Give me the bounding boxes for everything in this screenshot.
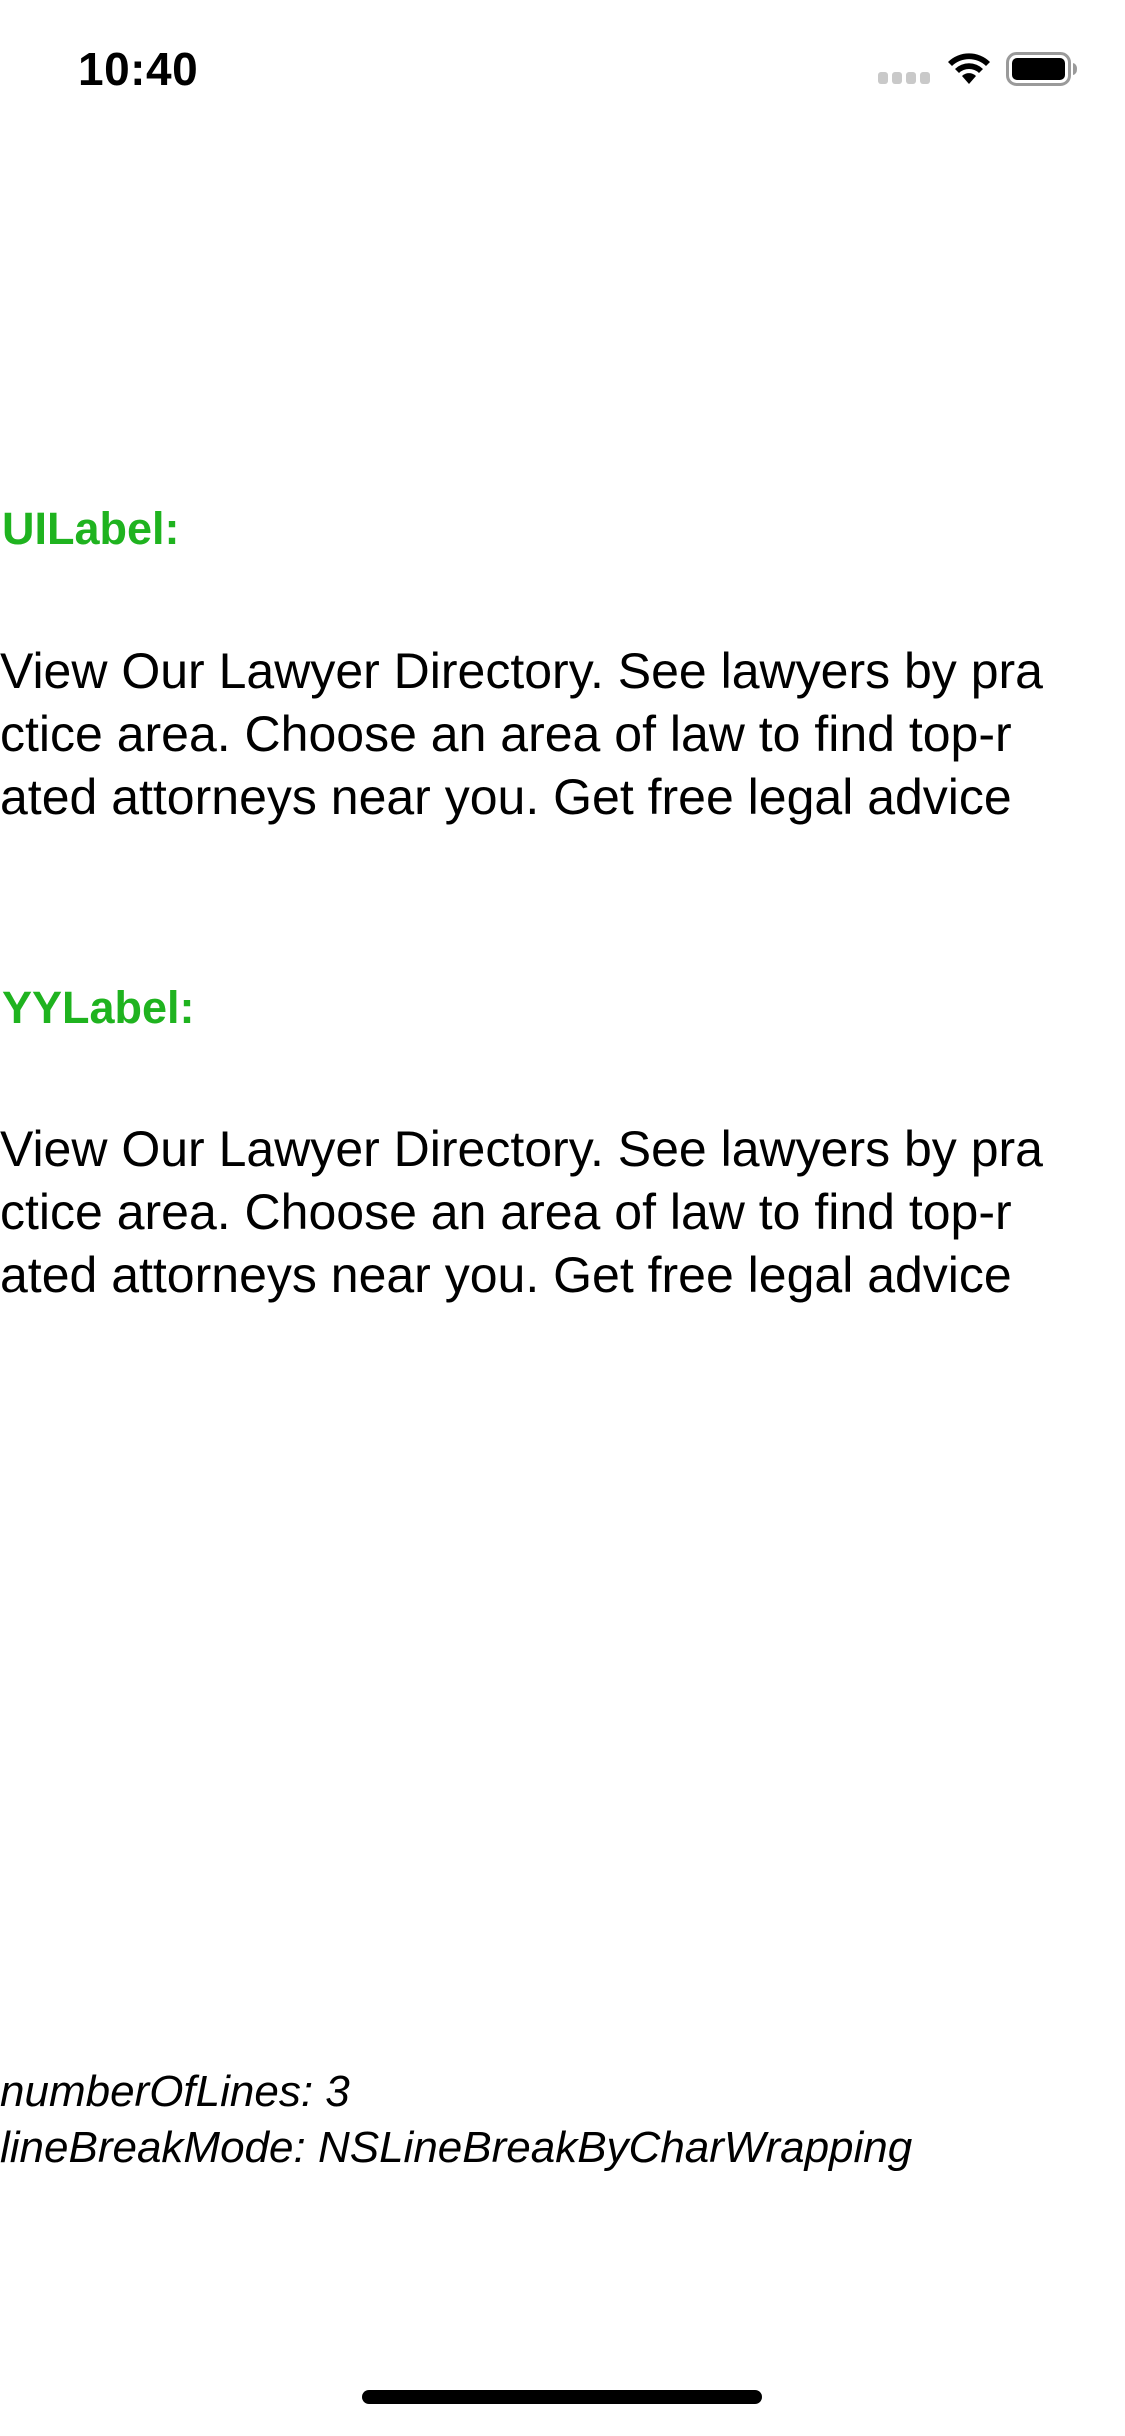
yylabel-demo-text: View Our Lawyer Directory. See lawyers b… (0, 1118, 1125, 1307)
yylabel-heading: YYLabel: (2, 982, 195, 1033)
yylabel-text-line: View Our Lawyer Directory. See lawyers b… (0, 1121, 1043, 1177)
uilabel-text-line: ctice area. Choose an area of law to fin… (0, 706, 1012, 762)
line-break-mode-text: lineBreakMode: NSLineBreakByCharWrapping (0, 2123, 913, 2172)
battery-icon (1006, 52, 1077, 86)
uilabel-text-line: ated attorneys near you. Get free legal … (0, 769, 1012, 825)
cellular-signal-icon (878, 72, 932, 86)
yylabel-text-line: ated attorneys near you. Get free legal … (0, 1247, 1012, 1303)
status-time: 10:40 (78, 43, 199, 95)
wifi-icon (948, 53, 990, 84)
yylabel-text-line: ctice area. Choose an area of law to fin… (0, 1184, 1012, 1240)
home-indicator[interactable] (362, 2390, 762, 2404)
uilabel-text-line: View Our Lawyer Directory. See lawyers b… (0, 643, 1043, 699)
uilabel-heading: UILabel: (2, 503, 180, 554)
uilabel-demo-text: View Our Lawyer Directory. See lawyers b… (0, 640, 1125, 829)
number-of-lines-text: numberOfLines: 3 (0, 2067, 350, 2116)
label-config-info: numberOfLines: 3 lineBreakMode: NSLineBr… (0, 2064, 912, 2176)
status-bar: 10:40 (0, 0, 1125, 140)
